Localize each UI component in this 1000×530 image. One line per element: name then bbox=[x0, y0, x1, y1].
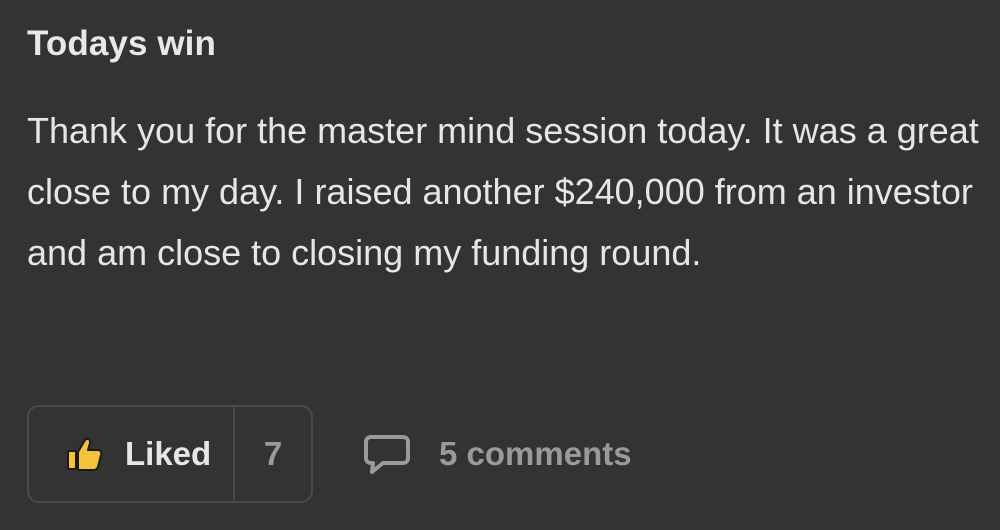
speech-bubble-icon bbox=[363, 434, 411, 474]
like-count[interactable]: 7 bbox=[235, 407, 311, 501]
like-button[interactable]: Liked bbox=[29, 407, 235, 501]
comments-label: 5 comments bbox=[439, 435, 632, 472]
like-group: Liked 7 bbox=[27, 405, 313, 503]
post-title: Todays win bbox=[27, 24, 216, 63]
post-actions: Liked 7 5 comments bbox=[27, 405, 727, 505]
like-label: Liked bbox=[125, 435, 212, 472]
post-body: Thank you for the master mind session to… bbox=[27, 110, 979, 273]
comments-button[interactable]: 5 comments bbox=[363, 405, 632, 503]
thumbs-up-icon bbox=[67, 437, 103, 471]
